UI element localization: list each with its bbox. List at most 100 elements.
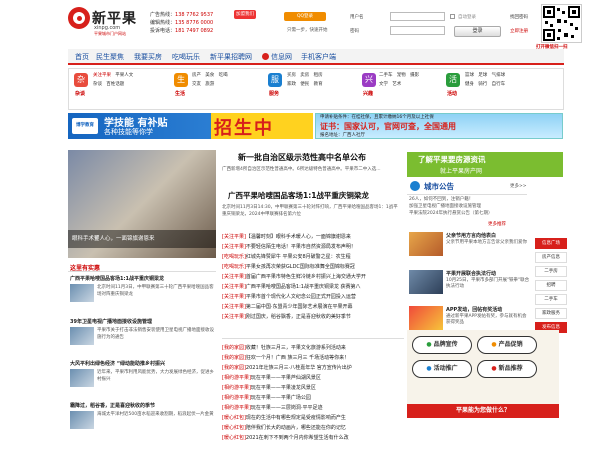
notice-item[interactable]: 加强卫星电视广播地面接收设施管理 <box>409 203 527 210</box>
category-links: 篮球 足球 气排球 健身 骑行 自行车 <box>465 71 560 89</box>
register-link[interactable]: 立即注册 <box>510 28 528 34</box>
rec-thumbnail[interactable] <box>409 306 443 330</box>
category-link[interactable]: 买房 <box>287 73 296 78</box>
category-link[interactable]: 艺术 <box>392 82 401 87</box>
category-link[interactable]: 教育 <box>314 82 323 87</box>
side-item-used-cars[interactable]: 二手车 <box>535 294 567 305</box>
category-link[interactable]: 二手车 <box>379 73 393 78</box>
headline-title-2[interactable]: 广西平果哈嗖国品客场1:1战平重庆铜梁龙 <box>228 190 369 201</box>
list-item[interactable]: [相约游平果]玩在平果——平果凌龙风景区 <box>222 383 404 393</box>
list-item[interactable]: [关注平果]平果市首个现代化人文纪念公园正式开园投入运营 <box>222 292 404 302</box>
category-link[interactable]: 文学 <box>379 82 388 87</box>
list-item[interactable]: [我的家园]收藏！牡族三月三，平果文化旅游系列活动来 <box>222 343 404 353</box>
category-link[interactable]: 杂谈 <box>93 82 102 87</box>
category-name[interactable]: 兴趣 <box>363 90 373 97</box>
news-thumbnail[interactable] <box>70 284 94 302</box>
rec-title[interactable]: APP发动，回帖有奖活动 <box>446 306 530 313</box>
more-recommend-link[interactable]: 更多推荐 <box>488 221 506 227</box>
username-input[interactable] <box>390 12 445 21</box>
rec-thumbnail[interactable] <box>409 232 443 256</box>
category-link[interactable]: 卖房 <box>300 73 309 78</box>
news-title[interactable]: 广西平果哈嗖国品客场1:1战平重庆铜梁龙 <box>70 275 215 282</box>
nav-mobile-app[interactable]: 手机客户端 <box>301 52 336 62</box>
side-item-info-square[interactable]: 信息广场 <box>535 238 567 249</box>
news-title[interactable]: 霜降过，稻谷香，正是喜迎秋收的季节 <box>70 402 215 409</box>
list-item[interactable]: [吃喝玩乐]平果女孩再次荣获GLDC国际标准舞全国锦标赛冠 <box>222 262 404 272</box>
side-item-house[interactable]: 房产信息 <box>535 252 567 263</box>
nav-home[interactable]: 首页 <box>75 52 89 62</box>
notice-item[interactable]: 平果法院2024年执行悬赏公告（第七期） <box>409 210 527 217</box>
side-item-jobs[interactable]: 招聘 <box>535 280 567 291</box>
list-item[interactable]: [相约游平果]玩在平果——平果广场公园 <box>222 393 404 403</box>
category-link[interactable]: 健身 <box>465 82 474 87</box>
nav-jobs[interactable]: 新平果招聘网 <box>210 52 252 62</box>
nav-food-fun[interactable]: 吃喝玩乐 <box>172 52 200 62</box>
rec-title[interactable]: 父亲节用方言向他表白 <box>446 232 530 239</box>
category-link[interactable]: 足球 <box>478 73 487 78</box>
new-product-button[interactable]: ● 新品推荐 <box>477 360 537 378</box>
retrieve-password-link[interactable]: 找回密码 <box>510 14 528 20</box>
list-item[interactable]: [关注平果]刚过国庆，稻谷飘香，正是喜迎秋收的美好季节 <box>222 312 404 322</box>
list-item[interactable]: [关注平果]第二届中国·东盟青少年国际艺术展演在平果开幕 <box>222 302 404 312</box>
category-link[interactable]: 百姓话题 <box>106 82 124 87</box>
auto-login-checkbox[interactable] <box>450 14 455 19</box>
category-link[interactable]: 房产 <box>192 73 201 78</box>
list-item[interactable]: [关注平果]不要轻信陌生电话！平果市自然资源局发布声明！ <box>222 242 404 252</box>
list-item[interactable]: [暖心红包]2021在刺下不到两个月内你希望生活有什么改 <box>222 433 404 443</box>
list-item[interactable]: [相约游平果]玩在平果——平果芦仙湖风景区 <box>222 373 404 383</box>
category-link[interactable]: 吃喝 <box>219 73 228 78</box>
notice-item[interactable]: 26人，如何不回到，注销户籍！ <box>409 196 527 203</box>
event-promo-button[interactable]: ● 活动推广 <box>412 360 472 378</box>
nav-livelihood[interactable]: 民生聚焦 <box>96 52 124 62</box>
login-button[interactable]: 登录 <box>454 26 501 37</box>
category-link[interactable]: 平果人文 <box>115 73 133 78</box>
password-input[interactable] <box>390 26 445 35</box>
category-name[interactable]: 生活 <box>175 90 185 97</box>
category-name[interactable]: 活动 <box>447 90 457 97</box>
category-link[interactable]: 旅游 <box>205 82 214 87</box>
news-title[interactable]: 39年卫星电视广播地面接收设施管理 <box>70 318 215 325</box>
list-item[interactable]: [关注平果]首届广西平果市特色生鲜冷链乡村振兴上海交通大学开 <box>222 272 404 282</box>
category-link[interactable]: 美食 <box>205 73 214 78</box>
headline-title[interactable]: 新一批自治区级示范性高中名单公布 <box>238 152 366 163</box>
category-link[interactable]: 气排球 <box>492 73 506 78</box>
side-item-housekeeping[interactable]: 家政服务 <box>535 308 567 319</box>
category-link[interactable]: 骑行 <box>478 82 487 87</box>
category-link[interactable]: 篮球 <box>465 73 474 78</box>
more-link[interactable]: 更多>> <box>510 183 527 189</box>
side-item-second-hand-house[interactable]: 二手房 <box>535 266 567 277</box>
category-link[interactable]: 自行车 <box>492 82 506 87</box>
brand-promo-button[interactable]: ● 品牌宣传 <box>412 336 472 354</box>
list-item[interactable]: [暖心红包]陪伴我们长大的动画片，哪些还能在你的记忆 <box>222 423 404 433</box>
list-item[interactable]: [关注平果]广西平果哈嗖国品客场1:1战平重庆铜梁龙 获赛第八 <box>222 282 404 292</box>
logo-icon-dot <box>77 16 82 21</box>
nav-info[interactable]: 信息网 <box>271 52 292 62</box>
list-item[interactable]: [吃喝玩乐]红城先锋赞犀牛 平果公安8月破警之星：农生程 <box>222 252 404 262</box>
news-thumbnail[interactable] <box>70 369 94 387</box>
news-thumbnail[interactable] <box>70 411 94 429</box>
list-item[interactable]: [相约游平果]玩在平果——三层岗洞·平平足迹 <box>222 403 404 413</box>
list-item[interactable]: [我的家园]2021年壮族三月三·八桂嘉年华 官方宣传片出炉 <box>222 363 404 373</box>
category-link[interactable]: 便民 <box>300 82 309 87</box>
category-link[interactable]: 家政 <box>287 82 296 87</box>
category-name[interactable]: 服务 <box>269 90 279 97</box>
qq-login-button[interactable]: QQ登录 <box>284 12 326 21</box>
join-us-button[interactable]: 加盟我们 <box>234 10 256 19</box>
list-item[interactable]: [我的家园]狂欢一个月！广西 族三月三 千场活动等你来！ <box>222 353 404 363</box>
category-link[interactable]: 租房 <box>314 73 323 78</box>
news-thumbnail[interactable] <box>70 327 94 345</box>
product-promo-button[interactable]: ● 产品促销 <box>477 336 537 354</box>
rec-title[interactable]: 平果开展联合执法行动 <box>446 270 530 277</box>
rec-thumbnail[interactable] <box>409 270 443 294</box>
photo-caption[interactable]: 眼科手术矍人心，一面锦旗谢恩来 <box>68 230 216 248</box>
category-link[interactable]: 关注平果 <box>93 73 111 78</box>
list-item[interactable]: [关注平果]【温馨时刻】眼科手术暖人心，一面锦旗谢恩来 <box>222 232 404 242</box>
category-link[interactable]: 摄影 <box>410 73 419 78</box>
promo-bottom-banner[interactable]: 平果能为您做什么？ <box>407 404 559 418</box>
category-link[interactable]: 交友 <box>192 82 201 87</box>
category-link[interactable]: 宠物 <box>397 73 406 78</box>
category-name[interactable]: 杂谈 <box>75 90 85 97</box>
nav-buy-house[interactable]: 我要买房 <box>134 52 162 62</box>
list-item[interactable]: [暖心红包]现在的生活中有哪些规定是受疫情影响而产生 <box>222 413 404 423</box>
news-title[interactable]: 大风平利出绿色经济 “绿动能助推乡村振兴 <box>70 360 215 367</box>
